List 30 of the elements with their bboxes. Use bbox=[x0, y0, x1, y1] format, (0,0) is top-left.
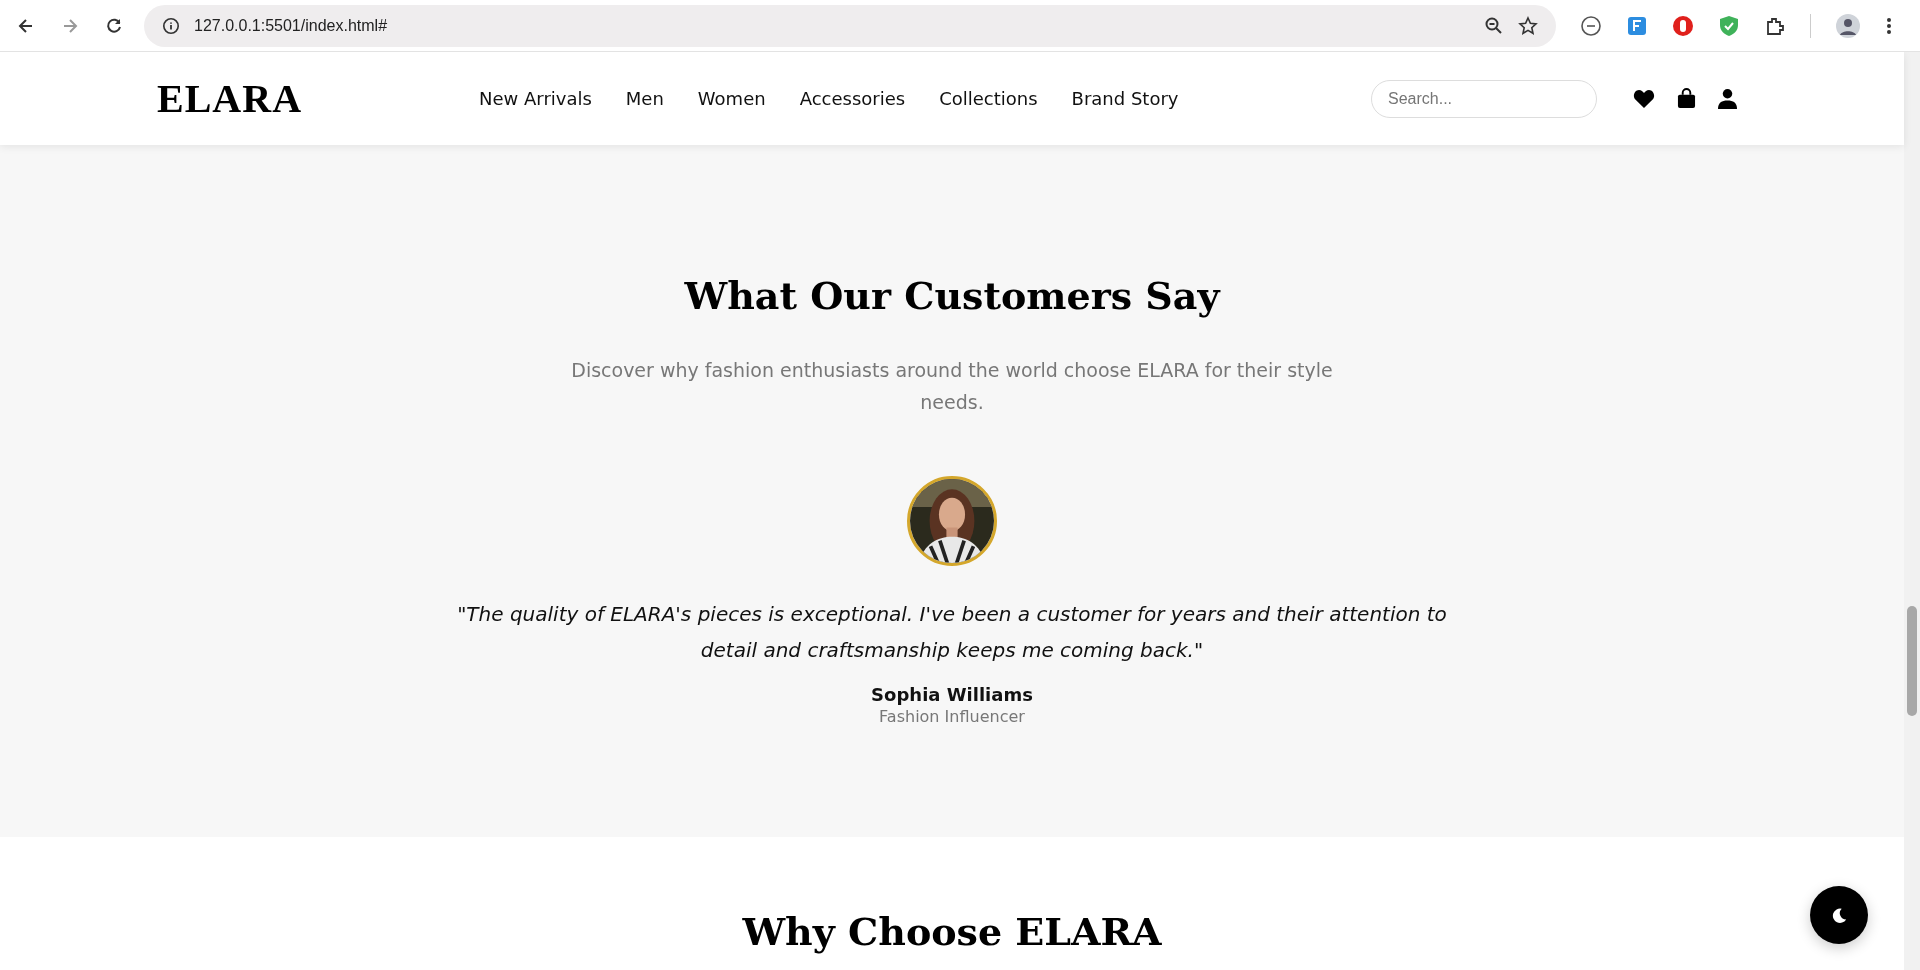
scrollbar[interactable] bbox=[1904, 52, 1920, 970]
moon-icon bbox=[1830, 906, 1848, 924]
section-heading: Why Choose ELARA bbox=[742, 909, 1162, 954]
search-field[interactable]: Search... bbox=[1371, 79, 1597, 118]
extension-icon[interactable] bbox=[1672, 14, 1694, 37]
address-bar[interactable]: 127.0.0.1:5501/index.html# bbox=[144, 4, 1556, 47]
nav-link[interactable]: New Arrivals bbox=[479, 88, 592, 109]
testimonial-quote: "The quality of ELARA's pieces is exceptional. I've been a customer for years and their attention to detail and craftsmanship keeps me coming back." bbox=[456, 601, 1448, 664]
nav-link[interactable]: Brand Story bbox=[1071, 88, 1179, 109]
scrollbar-thumb[interactable] bbox=[1907, 606, 1917, 716]
nav-link[interactable]: Women bbox=[697, 88, 766, 109]
extension-icon[interactable] bbox=[1626, 14, 1648, 37]
url-text: 127.0.0.1:5501/index.html# bbox=[194, 16, 388, 35]
customer-name: Sophia Williams bbox=[871, 684, 1033, 705]
heart-icon[interactable] bbox=[1633, 88, 1655, 109]
nav-link[interactable]: Men bbox=[625, 88, 664, 109]
shield-icon[interactable] bbox=[1718, 14, 1740, 37]
shopping-bag-icon[interactable] bbox=[1677, 88, 1696, 109]
user-icon[interactable] bbox=[1718, 88, 1737, 109]
section-subtitle: Discover why fashion enthusiasts around the world choose ELARA for their style needs. bbox=[570, 358, 1334, 415]
logo[interactable]: ELARA bbox=[157, 75, 479, 122]
extension-icon[interactable] bbox=[1580, 14, 1602, 37]
profile-avatar-icon[interactable] bbox=[1835, 12, 1861, 39]
customer-role: Fashion Influencer bbox=[879, 707, 1025, 726]
star-icon[interactable] bbox=[1518, 15, 1538, 36]
info-icon bbox=[162, 16, 180, 35]
section-heading: What Our Customers Say bbox=[684, 273, 1220, 318]
zoom-icon[interactable] bbox=[1484, 15, 1504, 36]
nav-link[interactable]: Accessories bbox=[799, 88, 906, 109]
nav-link[interactable]: Collections bbox=[939, 88, 1038, 109]
